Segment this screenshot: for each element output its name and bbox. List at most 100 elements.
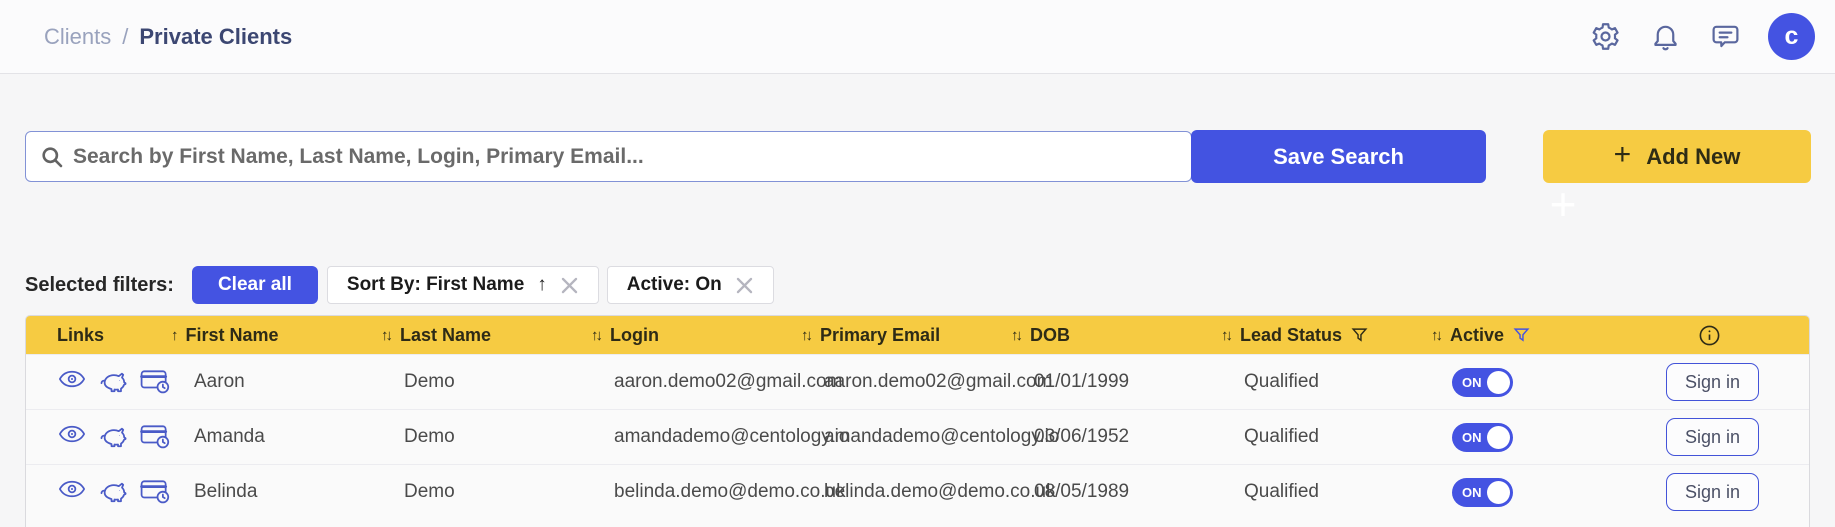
toggle-knob (1487, 426, 1510, 449)
column-header-lead_status[interactable]: ↑↓ Lead Status (1214, 325, 1424, 346)
sort-icon: ↑↓ (1011, 327, 1023, 344)
clear-all-button[interactable]: Clear all (192, 266, 318, 304)
active-toggle[interactable]: ON (1452, 423, 1513, 452)
cell-lead-status: Qualified (1214, 481, 1424, 503)
view-client-icon[interactable] (58, 479, 86, 505)
column-label: First Name (186, 325, 279, 346)
sort-icon: ↑↓ (801, 327, 813, 344)
messages-chat-icon[interactable] (1708, 20, 1742, 54)
sort-asc-icon: ↑ (171, 327, 179, 344)
cell-dob: 01/01/1999 (1004, 371, 1214, 393)
sign-in-button[interactable]: Sign in (1666, 363, 1759, 401)
search-icon (40, 145, 64, 169)
cell-primary-email: aaron.demo02@gmail.com (794, 371, 1004, 393)
column-label: Links (57, 325, 104, 346)
topbar-actions: c (1588, 13, 1815, 60)
column-label: DOB (1030, 325, 1070, 346)
cell-sign-in: Sign in (1586, 418, 1809, 456)
cell-last-name: Demo (374, 481, 584, 503)
toggle-on-label: ON (1462, 375, 1482, 390)
cell-login: aaron.demo02@gmail.com (584, 371, 794, 393)
search-input[interactable] (73, 145, 1177, 169)
cursor-plus-icon: + (1540, 181, 1586, 227)
column-header-links: Links (26, 325, 164, 346)
filter-funnel-icon[interactable] (1513, 327, 1530, 344)
sort-icon: ↑↓ (1431, 327, 1443, 344)
remove-active-filter-icon[interactable] (735, 276, 754, 295)
cell-lead-status: Qualified (1214, 371, 1424, 393)
plus-icon: + (1614, 140, 1632, 170)
remove-sort-filter-icon[interactable] (560, 276, 579, 295)
add-new-label: Add New (1646, 144, 1740, 170)
cell-first-name: Aaron (164, 371, 374, 393)
cell-first-name: Amanda (164, 426, 374, 448)
toggle-knob (1487, 371, 1510, 394)
toggle-knob (1487, 481, 1510, 504)
piggy-bank-icon[interactable] (98, 424, 128, 450)
cell-first-name: Belinda (164, 481, 374, 503)
breadcrumb-private-clients: Private Clients (139, 24, 292, 50)
table-row: Amanda Demo amandademo@centology.io aman… (26, 409, 1809, 464)
cell-primary-email: amandademo@centology.io (794, 426, 1004, 448)
cell-active: ON (1424, 423, 1586, 452)
sign-in-button[interactable]: Sign in (1666, 473, 1759, 511)
sort-icon: ↑↓ (1221, 327, 1233, 344)
cell-active: ON (1424, 478, 1586, 507)
cell-dob: 08/05/1989 (1004, 481, 1214, 503)
column-header-dob[interactable]: ↑↓ DOB (1004, 325, 1214, 346)
active-toggle[interactable]: ON (1452, 478, 1513, 507)
table-row: Aaron Demo aaron.demo02@gmail.com aaron.… (26, 354, 1809, 409)
filter-chip-active: Active: On (607, 266, 774, 304)
column-label: Lead Status (1240, 325, 1342, 346)
breadcrumb-clients[interactable]: Clients (44, 24, 111, 50)
view-client-icon[interactable] (58, 369, 86, 395)
column-header-last_name[interactable]: ↑↓ Last Name (374, 325, 584, 346)
active-toggle[interactable]: ON (1452, 368, 1513, 397)
column-label: Last Name (400, 325, 491, 346)
piggy-bank-icon[interactable] (98, 479, 128, 505)
row-links (26, 424, 164, 450)
sign-in-button[interactable]: Sign in (1666, 418, 1759, 456)
table-info-icon[interactable] (1586, 324, 1809, 347)
cell-login: amandademo@centology.io (584, 426, 794, 448)
selected-filters-bar: Selected filters: Clear all Sort By: Fir… (25, 266, 782, 304)
table-header-row: Links ↑ First Name ↑↓ Last Name ↑↓Login ↑↓ Prim… (26, 316, 1809, 354)
cell-active: ON (1424, 368, 1586, 397)
save-search-button[interactable]: Save Search (1191, 130, 1486, 183)
sort-asc-arrow-icon: ↑ (537, 274, 547, 296)
add-new-button[interactable]: + Add New (1543, 130, 1811, 183)
top-bar: Clients / Private Clients c (0, 0, 1835, 74)
row-links (26, 369, 164, 395)
chip-label: Active: On (627, 274, 722, 296)
view-client-icon[interactable] (58, 424, 86, 450)
notifications-bell-icon[interactable] (1648, 20, 1682, 54)
table-row: Belinda Demo belinda.demo@demo.co.uk bel… (26, 464, 1809, 519)
selected-filters-label: Selected filters: (25, 274, 174, 297)
cell-sign-in: Sign in (1586, 473, 1809, 511)
piggy-bank-icon[interactable] (98, 369, 128, 395)
column-header-login[interactable]: ↑↓Login (584, 325, 794, 346)
cell-login: belinda.demo@demo.co.uk (584, 481, 794, 503)
filter-chip-sort-by: Sort By: First Name ↑ (327, 266, 599, 304)
cell-primary-email: belinda.demo@demo.co.uk (794, 481, 1004, 503)
column-header-first_name[interactable]: ↑ First Name (164, 325, 374, 346)
toggle-on-label: ON (1462, 485, 1482, 500)
sort-icon: ↑↓ (381, 327, 393, 344)
column-label: Active (1450, 325, 1504, 346)
settings-gear-icon[interactable] (1588, 20, 1622, 54)
column-label: Primary Email (820, 325, 940, 346)
cell-lead-status: Qualified (1214, 426, 1424, 448)
toggle-on-label: ON (1462, 430, 1482, 445)
chip-label: Sort By: First Name (347, 274, 524, 296)
breadcrumb-separator: / (122, 24, 128, 50)
filter-funnel-icon[interactable] (1351, 327, 1368, 344)
table-body: Aaron Demo aaron.demo02@gmail.com aaron.… (26, 354, 1809, 519)
user-avatar[interactable]: c (1768, 13, 1815, 60)
cell-sign-in: Sign in (1586, 363, 1809, 401)
cell-last-name: Demo (374, 426, 584, 448)
column-header-primary_email[interactable]: ↑↓ Primary Email (794, 325, 1004, 346)
clients-table: Links ↑ First Name ↑↓ Last Name ↑↓Login ↑↓ Prim… (25, 315, 1810, 527)
breadcrumb: Clients / Private Clients (44, 24, 292, 50)
column-header-active[interactable]: ↑↓ Active (1424, 325, 1586, 346)
row-links (26, 479, 164, 505)
